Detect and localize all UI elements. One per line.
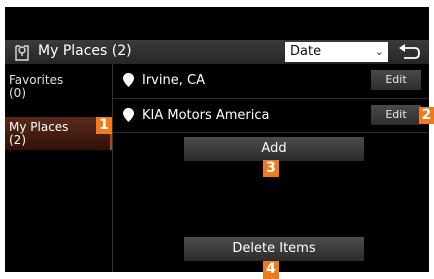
back-icon[interactable] <box>395 43 423 61</box>
sort-selected-value: Date <box>290 44 322 59</box>
row-divider <box>113 98 429 99</box>
add-button[interactable]: Add <box>184 137 364 161</box>
list-item[interactable]: KIA Motors America Edit <box>113 103 429 129</box>
location-pin-icon <box>123 108 134 122</box>
location-pin-icon <box>123 73 134 87</box>
my-places-icon <box>15 45 29 61</box>
sidebar-item-favorites[interactable]: Favorites (0) <box>5 69 112 113</box>
callout-marker-3: 3 <box>263 160 279 177</box>
sort-dropdown[interactable]: Date ⌄ <box>285 42 388 62</box>
sidebar-item-label: Favorites (0) <box>9 73 64 100</box>
place-name: KIA Motors America <box>142 108 270 123</box>
callout-marker-1: 1 <box>96 117 112 134</box>
delete-items-button[interactable]: Delete Items <box>184 237 364 261</box>
list-item[interactable]: Irvine, CA Edit <box>113 68 429 94</box>
edit-button[interactable]: Edit <box>371 70 421 90</box>
row-divider <box>113 132 429 133</box>
category-sidebar: Favorites (0) My Places (2) <box>5 64 112 272</box>
navigation-screen: My Places (2) Date ⌄ Favorites (0) My Pl… <box>5 7 429 272</box>
callout-marker-4: 4 <box>263 261 279 279</box>
sidebar-item-label: My Places (2) <box>9 120 69 147</box>
page-title: My Places (2) <box>38 43 132 59</box>
header-bar: My Places (2) Date ⌄ <box>5 40 429 64</box>
place-name: Irvine, CA <box>142 73 205 88</box>
callout-marker-2: 2 <box>419 107 434 124</box>
sidebar-divider <box>112 64 113 272</box>
edit-button[interactable]: Edit <box>371 105 421 125</box>
chevron-down-icon: ⌄ <box>374 45 384 58</box>
